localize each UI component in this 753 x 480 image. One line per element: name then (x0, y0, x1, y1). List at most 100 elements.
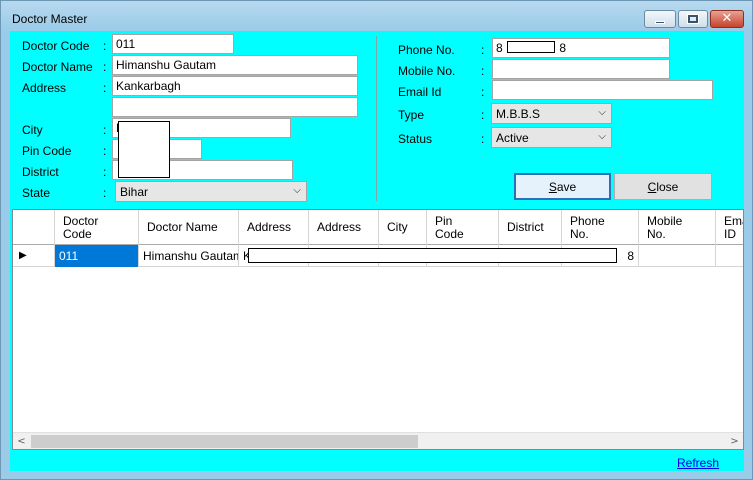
header-text: Mobile No. (647, 213, 683, 241)
maximize-button[interactable] (678, 10, 708, 28)
state-value: Bihar (120, 185, 149, 199)
doctor-name-label: Doctor Name (22, 60, 93, 74)
redaction-box (248, 248, 617, 263)
column-header-district[interactable]: District (499, 210, 562, 245)
phone-no-input[interactable]: 8 8 (492, 38, 670, 58)
cell-doctor-code[interactable]: 011 (55, 245, 139, 267)
header-line: No. (570, 226, 589, 241)
column-header-doctor-code[interactable]: Doctor Code (55, 210, 139, 245)
column-header-pin-code[interactable]: Pin Code (427, 210, 499, 245)
redaction-box (118, 121, 170, 178)
type-label: Type (398, 108, 425, 122)
close-button[interactable]: Close (614, 173, 712, 200)
cell-mobile-no[interactable] (639, 245, 716, 267)
colon: : (481, 64, 485, 78)
header-line: Mobile (647, 213, 683, 228)
status-value: Active (496, 131, 529, 145)
doctor-code-input[interactable]: 011 (112, 34, 234, 54)
column-divider (376, 36, 377, 201)
table-row[interactable]: ▶ 011 Himanshu Gautam K 8 (13, 245, 743, 267)
minimize-icon (655, 20, 665, 24)
type-dropdown[interactable]: M.B.B.S ⌵ (491, 103, 612, 124)
city-label: City (22, 123, 43, 137)
form-client-area: Doctor Code : 011 Doctor Name : Himanshu… (10, 31, 744, 471)
maximize-icon (687, 14, 699, 24)
header-text: Doctor Name (147, 220, 218, 234)
close-label-rest: lose (656, 179, 679, 194)
colon: : (481, 43, 485, 57)
column-header-address1[interactable]: Address (239, 210, 309, 245)
header-text: Phone No. (570, 213, 605, 241)
header-line: Phone (570, 213, 605, 228)
address-line2-input[interactable] (112, 97, 358, 117)
status-dropdown[interactable]: Active ⌵ (491, 127, 612, 148)
header-text: Pin Code (435, 213, 464, 241)
scrollbar-thumb[interactable] (31, 435, 418, 448)
header-line: Pin (435, 213, 453, 228)
column-header-doctor-name[interactable]: Doctor Name (139, 210, 239, 245)
cell-email-id[interactable] (716, 245, 743, 267)
save-button-label: Save (549, 180, 576, 194)
header-text: Doctor Code (63, 213, 99, 241)
horizontal-scrollbar[interactable]: < > (13, 432, 743, 449)
header-text: City (387, 220, 408, 234)
chevron-down-icon: ⌵ (293, 185, 301, 196)
header-line: No. (647, 226, 666, 241)
header-line: ID (724, 226, 736, 241)
district-label: District (22, 165, 59, 179)
state-label: State (22, 186, 51, 200)
header-line: Ema (724, 213, 743, 228)
colon: : (103, 81, 107, 95)
title-bar[interactable]: Doctor Master ✕ (1, 1, 752, 31)
current-row-indicator-icon: ▶ (13, 245, 55, 267)
save-button[interactable]: Save (514, 173, 611, 200)
colon: : (481, 132, 485, 146)
header-text: Address (317, 220, 362, 234)
phone-no-end: 8 (559, 41, 567, 55)
minimize-button[interactable] (644, 10, 676, 28)
header-text: Address (247, 220, 292, 234)
column-header-mobile-no[interactable]: Mobile No. (639, 210, 716, 245)
mobile-no-label: Mobile No. (398, 64, 456, 78)
pin-code-label: Pin Code (22, 144, 72, 158)
redaction-box (507, 41, 556, 53)
email-id-label: Email Id (398, 85, 442, 99)
colon: : (103, 144, 107, 158)
close-window-button[interactable]: ✕ (710, 10, 744, 28)
header-line: Code (63, 226, 92, 241)
doctor-name-input[interactable]: Himanshu Gautam (112, 55, 358, 75)
column-header-email-id[interactable]: EmaID (716, 210, 743, 245)
header-text: District (507, 220, 544, 234)
window-title: Doctor Master (12, 12, 88, 26)
colon: : (103, 39, 107, 53)
mobile-no-input[interactable] (492, 59, 670, 79)
address-line1-input[interactable]: Kankarbagh (112, 76, 358, 96)
phone-no-label: Phone No. (398, 43, 455, 57)
scroll-right-icon[interactable]: > (726, 434, 743, 449)
grid-corner-header[interactable] (13, 210, 55, 245)
doctor-grid[interactable]: Doctor Code Doctor Name Address Address C… (12, 209, 744, 450)
cell-doctor-name[interactable]: Himanshu Gautam (139, 245, 239, 267)
column-header-phone-no[interactable]: Phone No. (562, 210, 639, 245)
colon: : (481, 108, 485, 122)
column-header-address2[interactable]: Address (309, 210, 379, 245)
colon: : (103, 165, 107, 179)
colon: : (103, 60, 107, 74)
scroll-left-icon[interactable]: < (13, 434, 30, 449)
chevron-down-icon: ⌵ (598, 107, 606, 118)
type-value: M.B.B.S (496, 107, 541, 121)
colon: : (481, 85, 485, 99)
grid-header-row: Doctor Code Doctor Name Address Address C… (13, 210, 743, 245)
close-icon: ✕ (721, 11, 733, 26)
refresh-link[interactable]: Refresh (677, 456, 719, 470)
address-label: Address (22, 81, 67, 95)
email-id-input[interactable] (492, 80, 713, 100)
state-dropdown[interactable]: Bihar ⌵ (115, 181, 307, 202)
header-line: Doctor (63, 213, 99, 228)
header-line: Code (435, 226, 464, 241)
phone-no-start: 8 (496, 41, 503, 55)
doctor-master-window: Doctor Master ✕ Doctor Code : 011 Doctor… (0, 0, 753, 480)
close-button-label: Close (648, 180, 679, 194)
column-header-city[interactable]: City (379, 210, 427, 245)
colon: : (103, 186, 107, 200)
